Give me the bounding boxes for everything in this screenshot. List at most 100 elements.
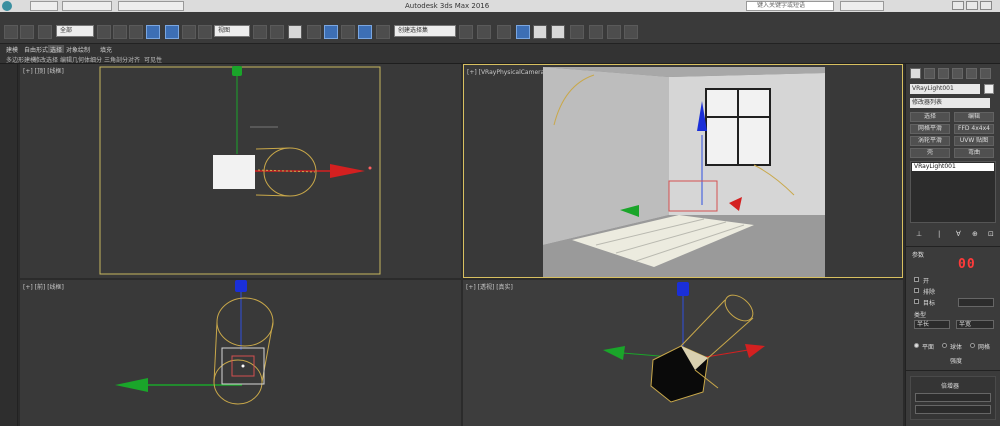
object-color-swatch[interactable]: [984, 84, 994, 94]
half-width-spinner[interactable]: 半宽: [956, 320, 994, 329]
sphere-radio[interactable]: [942, 343, 947, 348]
angle-snap-icon[interactable]: [324, 25, 338, 39]
parameters-rollout-title[interactable]: 参数: [912, 250, 924, 259]
modifier-button[interactable]: FFD 4x4x4: [954, 124, 994, 134]
minimize-button[interactable]: [952, 1, 964, 10]
remove-modifier-icon[interactable]: ⊕: [972, 230, 978, 238]
panel-modify-selection[interactable]: 修改选择: [34, 55, 58, 64]
rectangle-selection-icon[interactable]: [129, 25, 143, 39]
app-logo-icon[interactable]: [2, 1, 12, 11]
undo-icon[interactable]: [4, 25, 18, 39]
mesh-radio[interactable]: [970, 343, 975, 348]
tab-freeform[interactable]: 自由形式: [24, 45, 48, 54]
tab-object-paint[interactable]: 对象绘制: [66, 45, 90, 54]
pivot-center-icon[interactable]: [253, 25, 267, 39]
rendered-frame-window-icon[interactable]: [607, 25, 621, 39]
make-unique-icon[interactable]: ∀: [956, 230, 961, 238]
options-rollout[interactable]: 倍增器: [910, 376, 996, 420]
quick-access-toolbar[interactable]: [30, 1, 58, 11]
create-tab-icon[interactable]: [910, 68, 921, 79]
object-name-field[interactable]: VRayLight001: [910, 84, 980, 94]
plane-radio[interactable]: [914, 343, 919, 348]
tab-populate[interactable]: 填充: [100, 45, 112, 54]
maximize-button[interactable]: [966, 1, 978, 10]
graphite-toolbar-icon[interactable]: [516, 25, 530, 39]
viewport-top[interactable]: [+] [顶] [线框]: [20, 64, 461, 278]
panel-align[interactable]: 对齐: [128, 55, 140, 64]
window-crossing-icon[interactable]: [146, 25, 160, 39]
modifier-button[interactable]: 网格平滑: [910, 124, 950, 134]
motion-tab-icon[interactable]: [952, 68, 963, 79]
viewport-camera[interactable]: [+] [VRayPhysicalCamera001] [真实]: [463, 64, 903, 278]
align-icon[interactable]: [477, 25, 491, 39]
show-end-result-icon[interactable]: |: [938, 230, 940, 238]
light-target-point: [368, 166, 372, 170]
layer-manager-icon[interactable]: [497, 25, 511, 39]
render-setup-icon[interactable]: [589, 25, 603, 39]
target-distance-spinner[interactable]: [958, 298, 994, 307]
panel-visibility[interactable]: 可见性: [144, 55, 162, 64]
panel-edit[interactable]: 编辑: [60, 55, 72, 64]
snaps-toggle-icon[interactable]: [307, 25, 321, 39]
room-left-wall: [543, 67, 669, 245]
configure-sets-icon[interactable]: ⊡: [988, 230, 994, 238]
mirror-icon[interactable]: [459, 25, 473, 39]
search-input[interactable]: 键入关键字或短语: [746, 1, 834, 11]
modifier-button[interactable]: 编辑: [954, 112, 994, 122]
multiplier-label: 倍增器: [941, 383, 960, 390]
schematic-view-icon[interactable]: [551, 25, 565, 39]
panel-subdivision[interactable]: 细分: [90, 55, 102, 64]
exclude-checkbox[interactable]: [914, 288, 919, 293]
utilities-tab-icon[interactable]: [980, 68, 991, 79]
edit-named-selection-icon[interactable]: [376, 25, 390, 39]
top-viewport-scene: [99, 66, 381, 275]
link-icon[interactable]: [38, 25, 52, 39]
hierarchy-tab-icon[interactable]: [938, 68, 949, 79]
modify-tab-icon[interactable]: [924, 68, 935, 79]
material-editor-icon[interactable]: [570, 25, 584, 39]
targeted-checkbox[interactable]: [914, 299, 919, 304]
select-manipulate-icon[interactable]: [270, 25, 284, 39]
modifier-button[interactable]: 弯曲: [954, 148, 994, 158]
ribbon-side-strip[interactable]: [0, 64, 18, 426]
curve-editor-icon[interactable]: [533, 25, 547, 39]
tab-modeling[interactable]: 建模: [6, 45, 18, 54]
half-length-spinner[interactable]: 半长: [914, 320, 950, 329]
percent-snap-icon[interactable]: [341, 25, 355, 39]
viewport-front[interactable]: [+] [前] [线框]: [20, 280, 461, 426]
spinner-snap-icon[interactable]: [358, 25, 372, 39]
close-button[interactable]: [980, 1, 992, 10]
select-scale-icon[interactable]: [198, 25, 212, 39]
select-object-icon[interactable]: [97, 25, 111, 39]
modifier-button[interactable]: UVW 贴图: [954, 136, 994, 146]
modifier-button[interactable]: 选择: [910, 112, 950, 122]
named-selection-dropdown[interactable]: 创建选择集: [394, 25, 456, 37]
color-spinner[interactable]: [915, 405, 991, 414]
keyboard-shortcut-icon[interactable]: [288, 25, 302, 39]
modifier-button[interactable]: 涡轮平滑: [910, 136, 950, 146]
selection-filter-dropdown[interactable]: 全部: [56, 25, 94, 37]
display-tab-icon[interactable]: [966, 68, 977, 79]
panel-polygon-modeling[interactable]: 多边形建模: [6, 55, 36, 64]
panel-tris[interactable]: 三角剖分: [104, 55, 128, 64]
on-checkbox[interactable]: [914, 277, 919, 282]
redo-icon[interactable]: [20, 25, 34, 39]
select-rotate-icon[interactable]: [182, 25, 196, 39]
modifier-list-dropdown[interactable]: 修改器列表: [910, 98, 990, 108]
panel-geometry[interactable]: 几何体: [72, 55, 90, 64]
modifier-stack[interactable]: VRayLight001: [910, 161, 996, 223]
tab-selection[interactable]: 选择: [48, 45, 65, 54]
workspace-dropdown[interactable]: [62, 1, 112, 11]
select-by-name-icon[interactable]: [113, 25, 127, 39]
modifier-stack-item[interactable]: VRayLight001: [912, 163, 994, 171]
reference-coord-dropdown[interactable]: 视图: [214, 25, 250, 37]
infocenter-tools[interactable]: [840, 1, 884, 11]
project-dropdown[interactable]: [118, 1, 184, 11]
light-cylinder-bottom: [213, 359, 263, 405]
viewport-perspective[interactable]: [+] [透视] [真实]: [463, 280, 903, 426]
select-move-icon[interactable]: [165, 25, 179, 39]
pin-stack-icon[interactable]: ⊥: [916, 230, 922, 238]
render-production-icon[interactable]: [624, 25, 638, 39]
modifier-button[interactable]: 壳: [910, 148, 950, 158]
multiplier-spinner[interactable]: [915, 393, 991, 402]
